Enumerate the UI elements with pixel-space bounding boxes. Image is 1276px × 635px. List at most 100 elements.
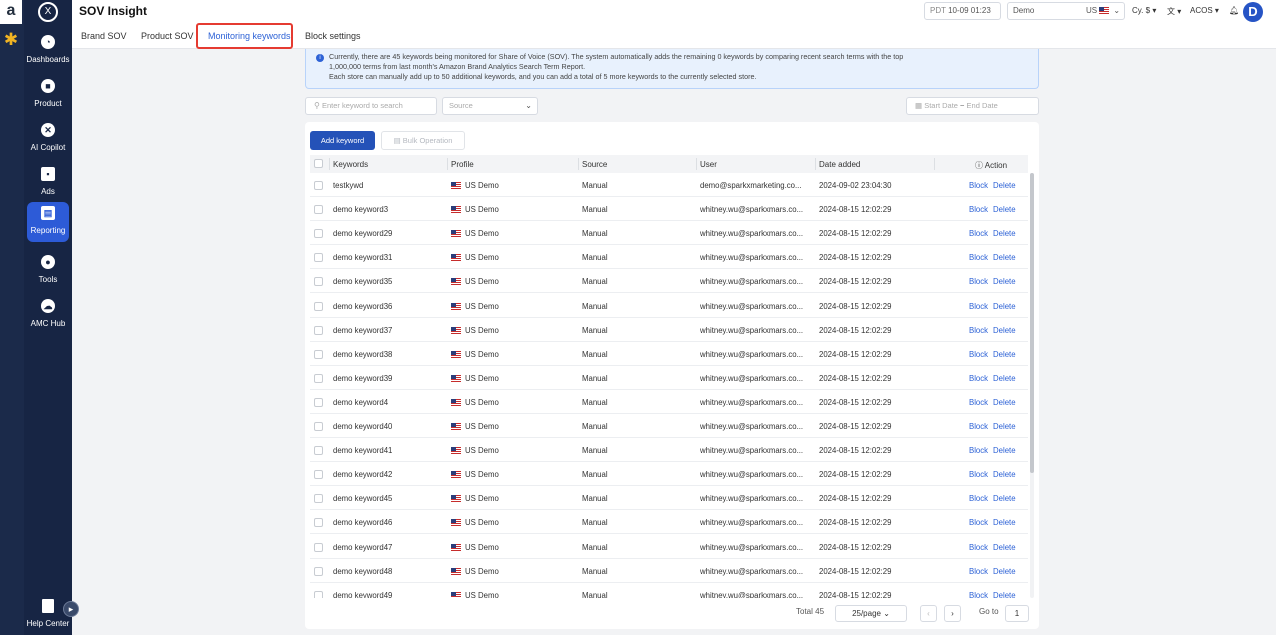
source-cell: Manual <box>582 494 608 504</box>
delete-link[interactable]: Delete <box>993 494 1016 503</box>
collapse-sidebar-icon[interactable]: ▸ <box>63 601 79 617</box>
source-select[interactable]: Source ⌄ <box>442 97 538 115</box>
delete-link[interactable]: Delete <box>993 253 1016 262</box>
block-link[interactable]: Block <box>969 302 988 311</box>
column-profile[interactable]: Profile <box>451 160 474 169</box>
row-checkbox[interactable] <box>314 301 323 311</box>
delete-link[interactable]: Delete <box>993 470 1016 479</box>
block-link[interactable]: Block <box>969 518 988 527</box>
row-checkbox[interactable] <box>314 205 323 215</box>
bulk-operation-button[interactable]: ▤ Bulk Operation <box>381 131 465 150</box>
block-link[interactable]: Block <box>969 374 988 383</box>
delete-link[interactable]: Delete <box>993 518 1016 527</box>
row-checkbox[interactable] <box>314 397 323 407</box>
column-user[interactable]: User <box>700 160 717 169</box>
avatar[interactable]: D <box>1243 2 1263 22</box>
nav-reporting[interactable]: ▤ Reporting <box>27 202 69 242</box>
row-checkbox[interactable] <box>314 349 323 359</box>
block-link[interactable]: Block <box>969 277 988 286</box>
delete-link[interactable]: Delete <box>993 326 1016 335</box>
add-keyword-button[interactable]: Add keyword <box>310 131 375 150</box>
delete-link[interactable]: Delete <box>993 229 1016 238</box>
column-source[interactable]: Source <box>582 160 607 169</box>
row-checkbox[interactable] <box>314 277 323 287</box>
page-size-select[interactable]: 25/page ⌄ <box>835 605 907 622</box>
keyword-search-input[interactable]: ⚲ Enter keyword to search <box>305 97 437 115</box>
end-date: End Date <box>966 101 998 110</box>
delete-link[interactable]: Delete <box>993 181 1016 190</box>
table-scrollbar[interactable] <box>1030 173 1034 598</box>
delete-link[interactable]: Delete <box>993 205 1016 214</box>
row-checkbox[interactable] <box>314 181 323 190</box>
goto-page-input[interactable]: 1 <box>1005 605 1029 622</box>
select-all-checkbox[interactable] <box>314 159 323 168</box>
delete-link[interactable]: Delete <box>993 374 1016 383</box>
tab-brand-sov[interactable]: Brand SOV <box>81 31 127 41</box>
block-link[interactable]: Block <box>969 205 988 214</box>
bell-icon[interactable]: 🔔︎ <box>1229 6 1239 15</box>
block-link[interactable]: Block <box>969 543 988 552</box>
row-checkbox[interactable] <box>314 590 323 598</box>
currency-select[interactable]: Cy. $ ▾ <box>1132 6 1156 15</box>
nav-ai-copilot[interactable]: ✕ AI Copilot <box>24 119 72 161</box>
delete-link[interactable]: Delete <box>993 302 1016 311</box>
source-placeholder: Source <box>449 101 473 110</box>
delete-link[interactable]: Delete <box>993 277 1016 286</box>
row-checkbox[interactable] <box>314 373 323 383</box>
block-link[interactable]: Block <box>969 398 988 407</box>
reporting-icon: ▤ <box>41 206 55 220</box>
nav-tools[interactable]: ● Tools <box>24 251 72 293</box>
keyword-cell: demo keyword48 <box>333 566 393 576</box>
block-link[interactable]: Block <box>969 229 988 238</box>
profile-cell: US Demo <box>451 277 499 286</box>
nav-amc-hub[interactable]: ☁ AMC Hub <box>24 295 72 337</box>
language-select[interactable]: 文 ▾ <box>1167 6 1181 17</box>
delete-link[interactable]: Delete <box>993 398 1016 407</box>
row-checkbox[interactable] <box>314 518 323 528</box>
row-checkbox[interactable] <box>314 325 323 335</box>
block-link[interactable]: Block <box>969 326 988 335</box>
metric-select[interactable]: ACOS ▾ <box>1190 6 1219 15</box>
block-link[interactable]: Block <box>969 446 988 455</box>
block-link[interactable]: Block <box>969 494 988 503</box>
amazon-logo-icon[interactable]: a <box>0 0 22 24</box>
date-range-picker[interactable]: ▦ Start Date ~ End Date <box>906 97 1039 115</box>
nav-dashboards[interactable]: ◔ Dashboards <box>24 31 72 73</box>
delete-link[interactable]: Delete <box>993 591 1016 598</box>
delete-link[interactable]: Delete <box>993 567 1016 576</box>
delete-link[interactable]: Delete <box>993 446 1016 455</box>
block-link[interactable]: Block <box>969 422 988 431</box>
block-link[interactable]: Block <box>969 181 988 190</box>
row-checkbox[interactable] <box>314 494 323 504</box>
block-link[interactable]: Block <box>969 253 988 262</box>
goto-label: Go to <box>979 607 999 616</box>
row-checkbox[interactable] <box>314 542 323 552</box>
block-link[interactable]: Block <box>969 567 988 576</box>
delete-link[interactable]: Delete <box>993 350 1016 359</box>
scrollbar-thumb[interactable] <box>1030 173 1034 473</box>
row-checkbox[interactable] <box>314 470 323 480</box>
prev-page-button[interactable]: ‹ <box>920 605 937 622</box>
tab-block-settings[interactable]: Block settings <box>305 31 361 41</box>
column-date-added[interactable]: Date added <box>819 160 860 169</box>
nav-product[interactable]: ■ Product <box>24 75 72 117</box>
block-link[interactable]: Block <box>969 350 988 359</box>
walmart-logo-icon[interactable]: ✱ <box>1 30 21 50</box>
keyword-cell: demo keyword38 <box>333 349 393 359</box>
row-checkbox[interactable] <box>314 253 323 263</box>
row-checkbox[interactable] <box>314 446 323 456</box>
next-page-button[interactable]: › <box>944 605 961 622</box>
block-link[interactable]: Block <box>969 591 988 598</box>
us-flag-icon <box>451 374 461 382</box>
row-checkbox[interactable] <box>314 566 323 576</box>
us-flag-icon <box>451 567 461 575</box>
row-checkbox[interactable] <box>314 422 323 431</box>
nav-ads[interactable]: ▪ Ads <box>24 163 72 205</box>
block-link[interactable]: Block <box>969 470 988 479</box>
store-select[interactable]: Demo US ⌄ <box>1007 2 1125 20</box>
tab-product-sov[interactable]: Product SOV <box>141 31 194 41</box>
delete-link[interactable]: Delete <box>993 543 1016 552</box>
row-checkbox[interactable] <box>314 229 323 239</box>
column-keywords[interactable]: Keywords <box>333 160 368 169</box>
delete-link[interactable]: Delete <box>993 422 1016 431</box>
